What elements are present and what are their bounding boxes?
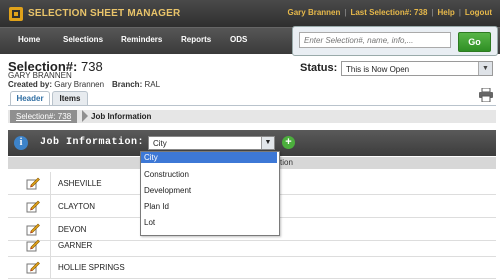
search-box: Go	[292, 26, 498, 56]
status-select[interactable]: This is Now Open ▼	[341, 61, 493, 76]
breadcrumb: Selection#: 738 Job Information	[8, 110, 496, 123]
created-by-label: Created by:	[8, 80, 53, 89]
branch-label: Branch:	[112, 80, 143, 89]
option-development[interactable]: Development	[141, 183, 277, 199]
status-value: This is Now Open	[346, 65, 410, 74]
job-info-dropdown-list: City Construction Development Plan Id Lo…	[140, 151, 280, 236]
job-info-label: Job Information:	[40, 137, 145, 148]
branch-value: RAL	[144, 80, 161, 89]
row-divider	[50, 195, 51, 217]
option-lot[interactable]: Lot	[141, 215, 277, 231]
last-selection-link[interactable]: Last Selection#: 738	[350, 8, 427, 17]
nav-ods[interactable]: ODS	[230, 35, 247, 44]
edit-pencil-icon[interactable]	[26, 260, 40, 274]
help-link[interactable]: Help	[437, 8, 454, 17]
edit-pencil-icon[interactable]	[26, 238, 40, 252]
created-by-value: Gary Brannen	[54, 80, 105, 89]
description-header: tion	[280, 158, 293, 167]
breadcrumb-current: Job Information	[91, 112, 152, 121]
status-label: Status:	[300, 62, 338, 74]
user-menu: Gary Brannen | Last Selection#: 738 | Help | L…	[287, 8, 492, 17]
table-row[interactable]: HOLLIE SPRINGS	[8, 256, 496, 279]
row-name: GARNER	[58, 241, 93, 250]
logout-link[interactable]: Logout	[465, 8, 492, 17]
tab-divider	[8, 105, 496, 106]
add-icon[interactable]: +	[282, 136, 295, 149]
dropdown-arrow-icon: ▼	[478, 62, 492, 75]
option-construction[interactable]: Construction	[141, 167, 277, 183]
created-by: Created by: Gary Brannen	[8, 80, 104, 89]
row-name: ASHEVILLE	[58, 179, 102, 188]
printer-icon[interactable]	[478, 87, 494, 103]
row-divider	[50, 234, 51, 256]
go-button[interactable]: Go	[458, 32, 491, 52]
search-input[interactable]	[299, 32, 451, 48]
nav-selections[interactable]: Selections	[63, 35, 103, 44]
row-divider	[50, 172, 51, 194]
customer-name: GARY BRANNEN	[8, 71, 72, 80]
top-bar: SELECTION SHEET MANAGER Gary Brannen | Las…	[0, 0, 500, 27]
logo-icon	[9, 7, 23, 21]
row-name: DEVON	[58, 225, 87, 234]
job-info-select[interactable]: City ▼	[148, 136, 275, 150]
nav-reminders[interactable]: Reminders	[121, 35, 162, 44]
branch: Branch: RAL	[112, 80, 160, 89]
table-row[interactable]: GARNER	[8, 234, 496, 257]
tab-items[interactable]: Items	[52, 91, 88, 106]
row-name: HOLLIE SPRINGS	[58, 263, 125, 272]
nav-reports[interactable]: Reports	[181, 35, 211, 44]
selection-number: 738	[80, 59, 103, 74]
option-city[interactable]: City	[141, 152, 277, 163]
row-name: CLAYTON	[58, 202, 96, 211]
nav-home[interactable]: Home	[18, 35, 40, 44]
option-plan-id[interactable]: Plan Id	[141, 199, 277, 215]
user-name-link[interactable]: Gary Brannen	[287, 8, 340, 17]
edit-pencil-icon[interactable]	[26, 199, 40, 213]
edit-pencil-icon[interactable]	[26, 176, 40, 190]
breadcrumb-arrow	[82, 110, 88, 122]
job-info-selected: City	[153, 139, 167, 148]
row-divider	[50, 256, 51, 278]
dropdown-arrow-icon: ▼	[261, 137, 274, 149]
app-title: SELECTION SHEET MANAGER	[28, 8, 181, 19]
breadcrumb-selection-link[interactable]: Selection#: 738	[10, 110, 78, 123]
info-icon: i	[14, 136, 28, 150]
tab-header[interactable]: Header	[10, 91, 50, 106]
breadcrumb-selection-text: Selection#: 738	[16, 112, 72, 121]
